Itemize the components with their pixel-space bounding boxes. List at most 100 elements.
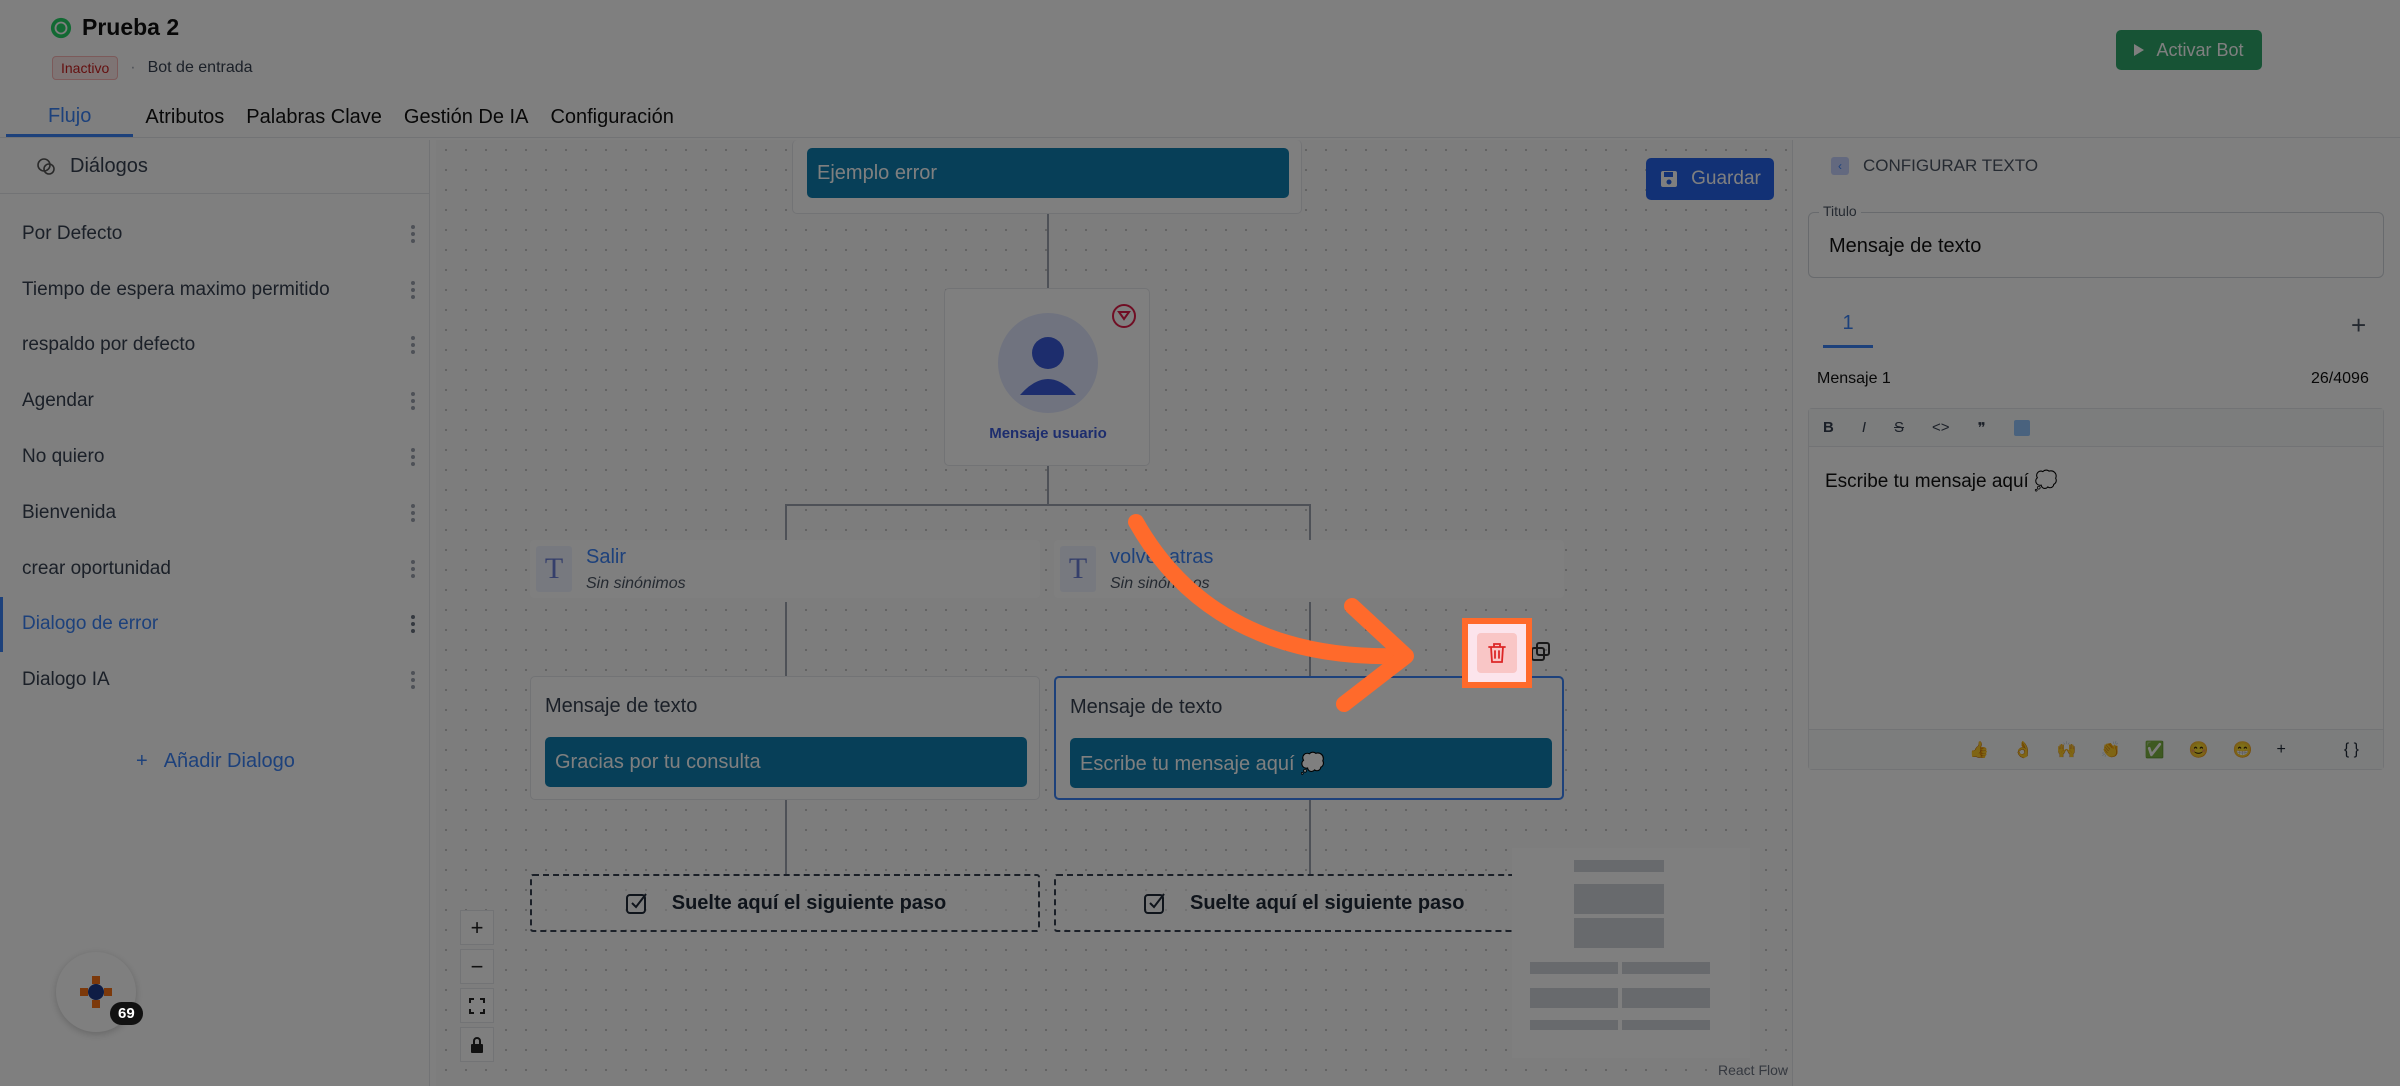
- emoji-button[interactable]: 👌: [2013, 740, 2033, 760]
- keyword-title: Salir: [586, 546, 627, 568]
- emoji-button[interactable]: 😁: [2233, 740, 2253, 760]
- dialog-item-label: crear oportunidad: [22, 557, 171, 579]
- tab-configuracion[interactable]: Configuración: [540, 106, 683, 137]
- chevron-left-icon[interactable]: ‹: [1831, 157, 1849, 175]
- emoji-button[interactable]: 👍: [1969, 740, 1989, 760]
- minimap[interactable]: [1512, 848, 1750, 1058]
- floppy-disk-icon: [1661, 171, 1678, 187]
- strikethrough-button[interactable]: S: [1894, 419, 1904, 436]
- add-message-button[interactable]: +: [2351, 310, 2366, 341]
- kebab-menu-icon[interactable]: [411, 224, 415, 243]
- variable-icon[interactable]: [2013, 419, 2030, 436]
- drop-zone-right[interactable]: Suelte aquí el siguiente paso: [1054, 874, 1564, 932]
- delete-inner: [1477, 633, 1517, 673]
- status-separator: ·: [130, 59, 136, 76]
- text-node-title: Mensaje de texto: [545, 695, 698, 717]
- kebab-menu-icon[interactable]: [411, 448, 415, 467]
- emoji-button[interactable]: 👏: [2101, 740, 2121, 760]
- emoji-button[interactable]: 🙌: [2057, 740, 2077, 760]
- dialog-item-label: No quiero: [22, 446, 105, 468]
- tab-palabras-clave[interactable]: Palabras Clave: [236, 106, 392, 137]
- start-node[interactable]: Ejemplo error: [792, 140, 1302, 214]
- variables-button[interactable]: { }: [2344, 741, 2359, 759]
- kebab-menu-icon[interactable]: [411, 392, 415, 411]
- kebab-menu-icon[interactable]: [411, 280, 415, 299]
- connector-line: [1047, 214, 1049, 288]
- dialog-item-active[interactable]: Dialogo de error: [0, 596, 429, 653]
- emoji-button[interactable]: 😊: [2189, 740, 2209, 760]
- text-node-message: Gracias por tu consulta: [545, 737, 1027, 787]
- dialog-item[interactable]: Bienvenida: [0, 485, 429, 541]
- user-message-node[interactable]: Mensaje usuario: [944, 288, 1150, 466]
- zoom-controls: + −: [460, 910, 494, 1062]
- dialog-item[interactable]: crear oportunidad: [0, 541, 429, 597]
- add-dialog-label: Añadir Dialogo: [163, 750, 295, 772]
- delete-node-button[interactable]: [1462, 618, 1532, 688]
- dialog-item[interactable]: respaldo por defecto: [0, 318, 429, 374]
- tab-atributos[interactable]: Atributos: [135, 106, 234, 137]
- text-message-node-left[interactable]: Mensaje de texto Gracias por tu consulta: [530, 676, 1040, 800]
- connector-line: [1047, 466, 1049, 506]
- message-editor[interactable]: B I S <> ❞ Escribe tu mensaje aquí 💭 👍 👌…: [1808, 408, 2384, 770]
- drop-zone-left[interactable]: Suelte aquí el siguiente paso: [530, 874, 1040, 932]
- keyword-node-salir[interactable]: T Salir Sin sinónimos: [530, 540, 1040, 598]
- activate-bot-button[interactable]: Activar Bot: [2116, 30, 2262, 70]
- italic-button[interactable]: I: [1862, 419, 1866, 436]
- zoom-out-button[interactable]: −: [460, 949, 494, 984]
- dialog-item-label: respaldo por defecto: [22, 334, 196, 356]
- add-dialog-button[interactable]: + Añadir Dialogo: [136, 750, 295, 773]
- message-tab-1[interactable]: 1: [1823, 312, 1873, 348]
- connector-line: [785, 602, 787, 676]
- dialog-item[interactable]: Tiempo de espera maximo permitido: [0, 262, 429, 318]
- dialog-sidebar: Diálogos Por Defecto Tiempo de espera ma…: [0, 140, 430, 1086]
- tab-flujo[interactable]: Flujo: [6, 105, 134, 137]
- kebab-menu-icon[interactable]: [411, 503, 415, 522]
- app-title: Prueba 2: [50, 14, 179, 41]
- drop-zone-label: Suelte aquí el siguiente paso: [671, 891, 947, 914]
- check-square-icon: [1144, 893, 1165, 914]
- message-char-count: 26/4096: [2311, 370, 2369, 387]
- kebab-menu-icon[interactable]: [411, 615, 415, 634]
- keyword-title: volver atras: [1110, 546, 1214, 568]
- connector-line: [1309, 602, 1311, 676]
- avatar: [998, 313, 1098, 413]
- user-node-label: Mensaje usuario: [989, 425, 1107, 442]
- dialog-item[interactable]: Agendar: [0, 373, 429, 429]
- keyword-node-volver[interactable]: T volver atras Sin sinónimos: [1054, 540, 1564, 598]
- kebab-menu-icon[interactable]: [411, 671, 415, 690]
- message-label: Mensaje 1: [1817, 370, 1891, 387]
- text-type-icon: T: [536, 546, 572, 592]
- title-field-label: Titulo: [1819, 203, 1861, 219]
- react-flow-attribution[interactable]: React Flow: [1718, 1062, 1788, 1078]
- dialog-item[interactable]: No quiero: [0, 429, 429, 485]
- title-field[interactable]: Titulo Mensaje de texto: [1808, 203, 2384, 278]
- bold-button[interactable]: B: [1823, 419, 1834, 436]
- dialog-item[interactable]: Dialogo IA: [0, 652, 429, 708]
- text-node-title: Mensaje de texto: [1070, 696, 1223, 718]
- filter-icon[interactable]: [1111, 303, 1137, 329]
- zoom-in-button[interactable]: +: [460, 910, 494, 945]
- sidebar-heading-label: Diálogos: [70, 155, 148, 177]
- lock-button[interactable]: [460, 1027, 494, 1062]
- play-icon: [2134, 44, 2145, 56]
- editor-text[interactable]: Escribe tu mensaje aquí 💭: [1809, 447, 2383, 515]
- quote-button[interactable]: ❞: [1978, 419, 1986, 437]
- dialog-item[interactable]: Por Defecto: [0, 206, 429, 262]
- trash-icon: [1488, 643, 1506, 663]
- title-field-value: Mensaje de texto: [1829, 235, 1982, 257]
- kebab-menu-icon[interactable]: [411, 559, 415, 578]
- emoji-button[interactable]: ✅: [2145, 740, 2165, 760]
- kebab-menu-icon[interactable]: [411, 336, 415, 355]
- add-emoji-button[interactable]: +: [2277, 741, 2286, 759]
- dialog-item-label: Bienvenida: [22, 501, 117, 523]
- text-type-icon: T: [1060, 546, 1096, 592]
- tab-gestion-ia[interactable]: Gestión De IA: [394, 106, 539, 137]
- start-node-pill: Ejemplo error: [807, 148, 1289, 198]
- dialog-item-label: Tiempo de espera maximo permitido: [22, 278, 330, 300]
- sidebar-heading: Diálogos: [0, 140, 429, 194]
- code-button[interactable]: <>: [1932, 419, 1950, 436]
- save-button[interactable]: Guardar: [1646, 158, 1774, 200]
- text-message-node-right[interactable]: Mensaje de texto Escribe tu mensaje aquí…: [1054, 676, 1564, 800]
- config-heading-label: CONFIGURAR TEXTO: [1863, 156, 2039, 175]
- fit-view-button[interactable]: [460, 988, 494, 1023]
